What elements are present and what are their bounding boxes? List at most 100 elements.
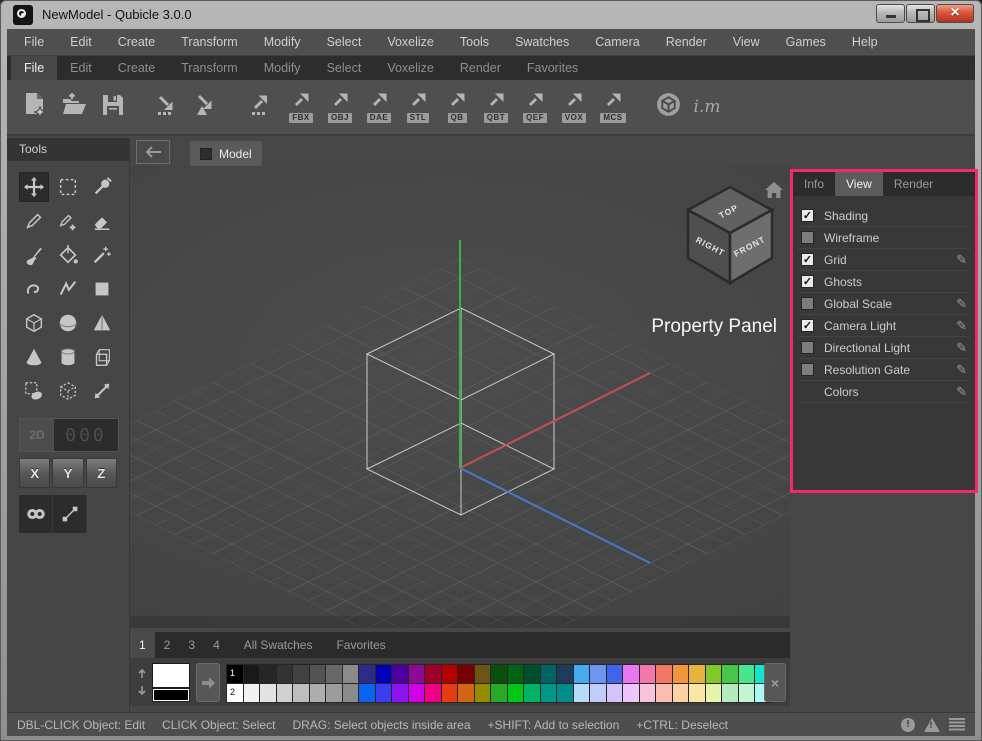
tool-fill-bucket[interactable] bbox=[53, 240, 83, 270]
palette-swatch[interactable] bbox=[541, 665, 557, 683]
quick-menu-item-voxelize[interactable]: Voxelize bbox=[374, 56, 447, 80]
palette-swatch[interactable] bbox=[541, 684, 557, 702]
palette-swatch[interactable] bbox=[409, 665, 425, 683]
export-mcs-button[interactable]: MCS bbox=[597, 84, 629, 130]
tool-sphere[interactable] bbox=[53, 308, 83, 338]
menu-item-camera[interactable]: Camera bbox=[582, 29, 652, 55]
palette-swatch[interactable] bbox=[673, 684, 689, 702]
palette-swatch[interactable] bbox=[590, 684, 606, 702]
quick-menu-item-favorites[interactable]: Favorites bbox=[514, 56, 591, 80]
palette-swatch[interactable] bbox=[656, 684, 672, 702]
imaterialise-button[interactable]: i.m bbox=[691, 84, 723, 130]
palette-swatch[interactable] bbox=[475, 684, 491, 702]
menu-item-edit[interactable]: Edit bbox=[57, 29, 105, 55]
tool-select-volume[interactable] bbox=[53, 376, 83, 406]
edit-pencil-icon[interactable]: ✎ bbox=[956, 296, 967, 312]
swatch-tab-all-swatches[interactable]: All Swatches bbox=[235, 632, 322, 658]
palette-swatch[interactable] bbox=[343, 665, 359, 683]
palette-swatch[interactable] bbox=[706, 684, 722, 702]
palette-swatch[interactable] bbox=[458, 684, 474, 702]
palette-swatch[interactable] bbox=[442, 684, 458, 702]
palette-swatch[interactable] bbox=[277, 665, 293, 683]
quick-menu-item-edit[interactable]: Edit bbox=[57, 56, 105, 80]
palette-swatch[interactable] bbox=[491, 684, 507, 702]
export-qb-button[interactable]: QB bbox=[441, 84, 473, 130]
menu-item-create[interactable]: Create bbox=[105, 29, 169, 55]
tool-cylinder[interactable] bbox=[53, 342, 83, 372]
title-bar[interactable]: NewModel - Qubicle 3.0.0 bbox=[0, 0, 982, 29]
quick-menu-item-file[interactable]: File bbox=[11, 56, 57, 80]
palette-swatch[interactable] bbox=[376, 684, 392, 702]
edit-pencil-icon[interactable]: ✎ bbox=[956, 340, 967, 356]
export-qbt-button[interactable]: QBT bbox=[480, 84, 512, 130]
tool-rect-select[interactable] bbox=[53, 172, 83, 202]
back-button[interactable] bbox=[136, 140, 170, 164]
export-vox-button[interactable]: VOX bbox=[558, 84, 590, 130]
export-dae-button[interactable]: DAE bbox=[363, 84, 395, 130]
tool-pencil-add[interactable] bbox=[53, 206, 83, 236]
swatch-tab-2[interactable]: 2 bbox=[155, 632, 180, 658]
palette-swatch[interactable] bbox=[310, 665, 326, 683]
edit-pencil-icon[interactable]: ✎ bbox=[956, 384, 967, 400]
palette-swatch[interactable] bbox=[442, 665, 458, 683]
quick-menu-item-create[interactable]: Create bbox=[105, 56, 169, 80]
palette-swatch[interactable] bbox=[491, 665, 507, 683]
resolution-gate-checkbox[interactable] bbox=[801, 363, 814, 376]
export-obj-button[interactable]: OBJ bbox=[324, 84, 356, 130]
import-voxels-button[interactable] bbox=[152, 84, 184, 130]
menu-item-file[interactable]: File bbox=[11, 29, 57, 55]
menu-icon[interactable] bbox=[949, 718, 965, 731]
tool-paint-brush[interactable] bbox=[19, 240, 49, 270]
sketchfab-button[interactable] bbox=[652, 84, 684, 130]
close-button[interactable] bbox=[936, 4, 974, 23]
palette-swatch[interactable] bbox=[557, 684, 573, 702]
menu-item-help[interactable]: Help bbox=[839, 29, 891, 55]
palette-swatch[interactable] bbox=[656, 665, 672, 683]
palette-swatch[interactable] bbox=[739, 684, 755, 702]
warning-icon[interactable] bbox=[924, 718, 940, 732]
palette-swatch[interactable] bbox=[475, 665, 491, 683]
palette-swatch[interactable] bbox=[574, 665, 590, 683]
palette-swatch[interactable] bbox=[722, 665, 738, 683]
tool-move[interactable] bbox=[19, 172, 49, 202]
menu-item-view[interactable]: View bbox=[720, 29, 773, 55]
palette-swatch[interactable] bbox=[607, 665, 623, 683]
palette-swatch[interactable] bbox=[244, 684, 260, 702]
palette-swatch[interactable] bbox=[458, 665, 474, 683]
tool-freehand-line[interactable] bbox=[53, 274, 83, 304]
palette-swatch[interactable]: 1 bbox=[227, 665, 243, 683]
new-file-button[interactable] bbox=[19, 84, 51, 130]
palette-swatch[interactable] bbox=[343, 684, 359, 702]
palette-swatch[interactable] bbox=[359, 665, 375, 683]
edit-pencil-icon[interactable]: ✎ bbox=[956, 318, 967, 334]
palette-swatch[interactable] bbox=[706, 665, 722, 683]
tool-magic-wand[interactable] bbox=[87, 240, 117, 270]
palette-swatch[interactable] bbox=[409, 684, 425, 702]
palette-swatch[interactable] bbox=[376, 665, 392, 683]
palette-swatch[interactable] bbox=[640, 684, 656, 702]
tool-select-paint[interactable] bbox=[19, 376, 49, 406]
axis-button-z[interactable]: Z bbox=[86, 458, 117, 488]
menu-item-swatches[interactable]: Swatches bbox=[502, 29, 582, 55]
property-tab-render[interactable]: Render bbox=[883, 172, 944, 196]
palette-swatch[interactable] bbox=[524, 684, 540, 702]
tool-smudge[interactable] bbox=[19, 274, 49, 304]
property-tab-info[interactable]: Info bbox=[793, 172, 835, 196]
palette-swatch[interactable] bbox=[739, 665, 755, 683]
swatch-tab-favorites[interactable]: Favorites bbox=[327, 632, 394, 658]
tool-pyramid[interactable] bbox=[87, 308, 117, 338]
viewport-3d[interactable]: TOPRIGHTFRONT Property Panel bbox=[130, 166, 790, 628]
palette-swatch[interactable] bbox=[260, 665, 276, 683]
grid-checkbox[interactable]: ✓ bbox=[801, 253, 814, 266]
home-view-icon[interactable] bbox=[765, 182, 783, 198]
property-tab-view[interactable]: View bbox=[835, 172, 883, 196]
swatch-tab-1[interactable]: 1 bbox=[130, 632, 155, 658]
palette-swatch[interactable] bbox=[392, 665, 408, 683]
palette-swatch[interactable] bbox=[689, 684, 705, 702]
secondary-color-well[interactable] bbox=[152, 688, 190, 702]
mode-2d-button[interactable]: 2D bbox=[20, 419, 54, 451]
menu-item-voxelize[interactable]: Voxelize bbox=[374, 29, 447, 55]
delete-swatch-button[interactable]: × bbox=[764, 663, 786, 702]
palette-swatch[interactable] bbox=[623, 665, 639, 683]
palette-swatch[interactable] bbox=[673, 665, 689, 683]
